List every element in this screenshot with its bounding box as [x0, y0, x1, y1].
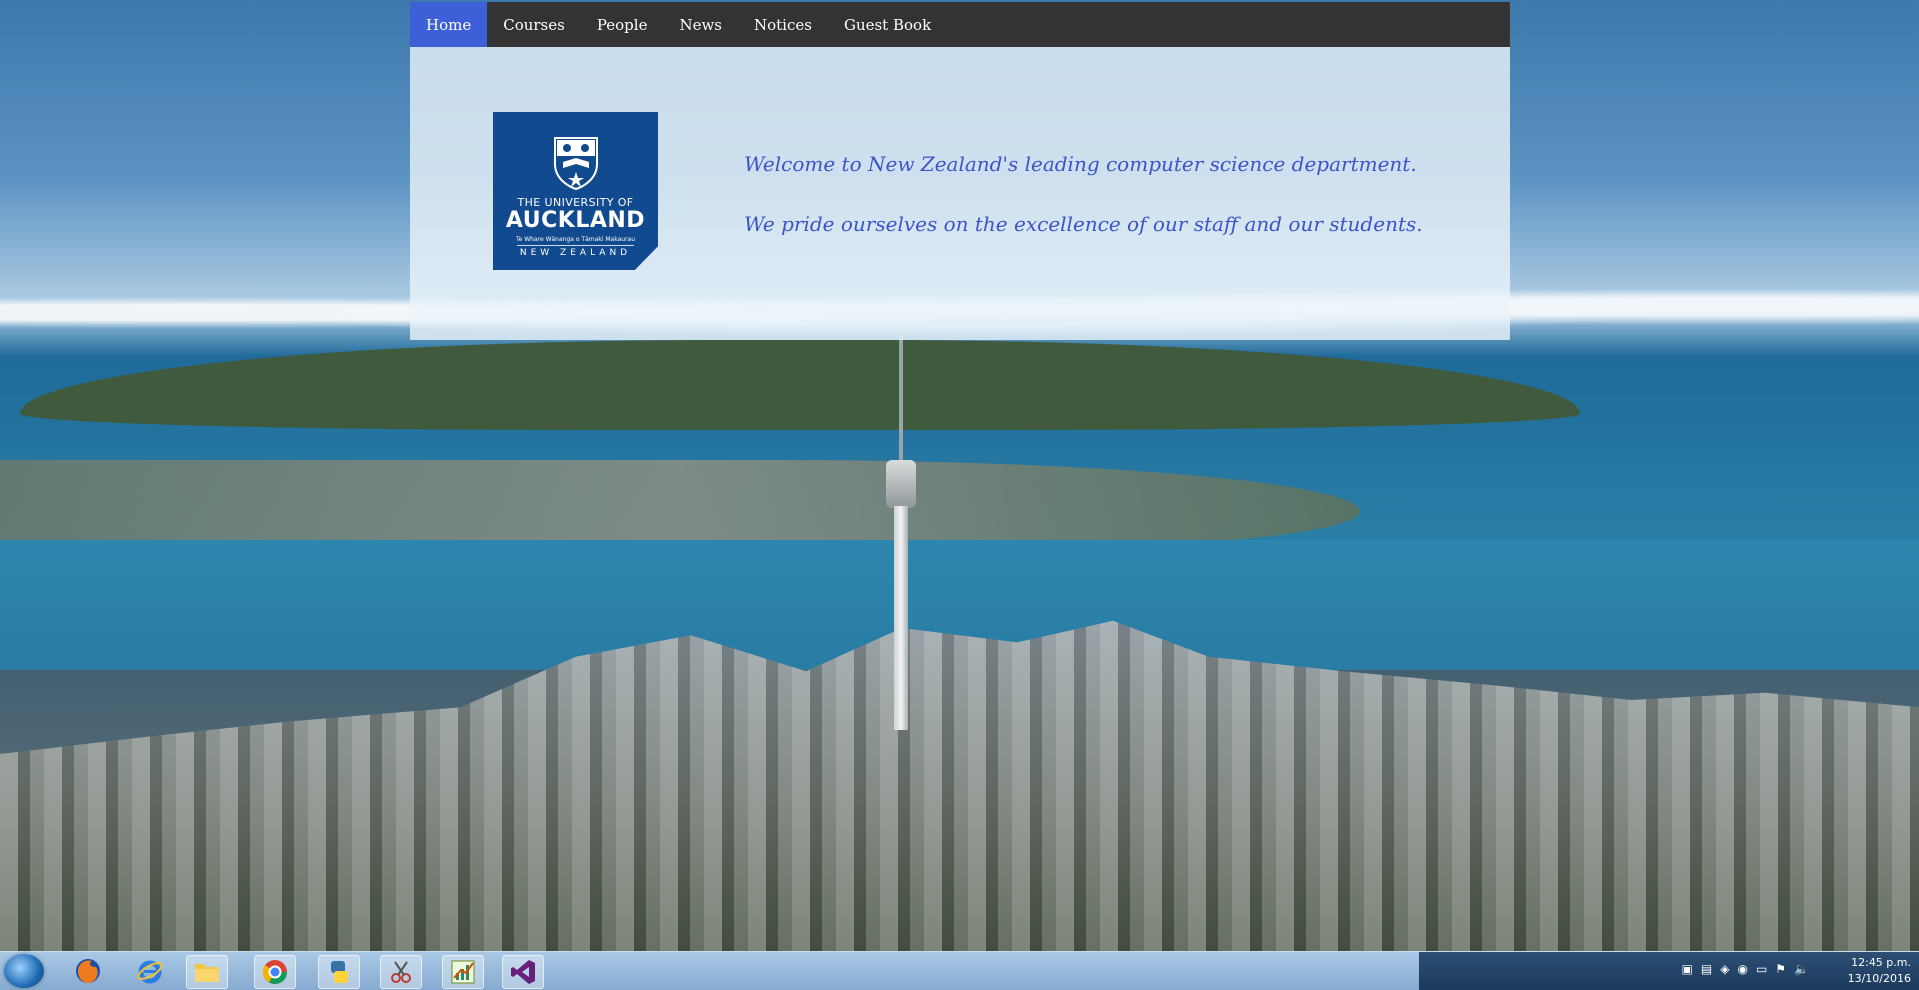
nav-news[interactable]: News — [663, 2, 738, 47]
sky-tower — [886, 330, 916, 730]
chart-app-icon[interactable] — [442, 955, 484, 989]
logo-text-auckland: AUCKLAND — [505, 208, 646, 233]
taskbar: ▣ ▤ ◈ ◉ ▭ ⚑ 🔈 12:45 p.m. 13/10/2016 — [0, 951, 1919, 990]
university-logo: THE UNIVERSITY OF AUCKLAND Te Whare Wāna… — [493, 112, 658, 270]
start-button[interactable] — [4, 954, 44, 988]
volume-icon[interactable]: 🔈 — [1794, 962, 1809, 976]
file-explorer-icon[interactable] — [186, 955, 228, 989]
nav-people[interactable]: People — [581, 2, 664, 47]
internet-explorer-icon[interactable] — [130, 955, 170, 987]
logo-text-nz: NEW ZEALAND — [519, 248, 632, 258]
visual-studio-icon[interactable] — [502, 955, 544, 989]
logo-text-maori: Te Whare Wānanga o Tāmaki Makaurau — [515, 236, 635, 243]
flag-icon[interactable]: ⚑ — [1775, 962, 1786, 976]
firefox-icon[interactable] — [68, 955, 108, 987]
nav-notices[interactable]: Notices — [738, 2, 828, 47]
chrome-icon[interactable] — [254, 955, 296, 989]
network-icon[interactable]: ▣ — [1682, 962, 1693, 976]
sky-tower-shaft — [894, 506, 908, 730]
header-panel: Home Courses People News Notices Guest B… — [410, 2, 1510, 340]
logo-divider — [517, 245, 634, 246]
clock-time: 12:45 p.m. — [1851, 956, 1911, 969]
python-icon[interactable] — [318, 955, 360, 989]
nav-courses[interactable]: Courses — [487, 2, 581, 47]
system-clock[interactable]: 12:45 p.m. 13/10/2016 — [1848, 955, 1911, 987]
nav-home[interactable]: Home — [410, 2, 488, 47]
crest-icon — [554, 137, 598, 190]
sky-tower-spire — [899, 330, 903, 460]
security-icon[interactable]: ◈ — [1720, 962, 1729, 976]
north-shore — [0, 460, 1360, 550]
tray-icons: ▣ ▤ ◈ ◉ ▭ ⚑ 🔈 — [1682, 962, 1809, 976]
welcome-line-2: We pride ourselves on the excellence of … — [744, 212, 1423, 236]
desktop: Home Courses People News Notices Guest B… — [0, 0, 1919, 990]
sky-tower-pod — [886, 460, 916, 508]
nav-guest-book[interactable]: Guest Book — [828, 2, 947, 47]
sync-icon[interactable]: ◉ — [1737, 962, 1747, 976]
welcome-line-1: Welcome to New Zealand's leading compute… — [744, 152, 1417, 176]
display-icon[interactable]: ▭ — [1756, 962, 1767, 976]
system-tray: ▣ ▤ ◈ ◉ ▭ ⚑ 🔈 12:45 p.m. 13/10/2016 — [1419, 952, 1919, 990]
device-icon[interactable]: ▤ — [1701, 962, 1712, 976]
clock-date: 13/10/2016 — [1847, 972, 1911, 985]
snipping-tool-icon[interactable] — [380, 955, 422, 989]
main-navbar: Home Courses People News Notices Guest B… — [410, 2, 1510, 47]
